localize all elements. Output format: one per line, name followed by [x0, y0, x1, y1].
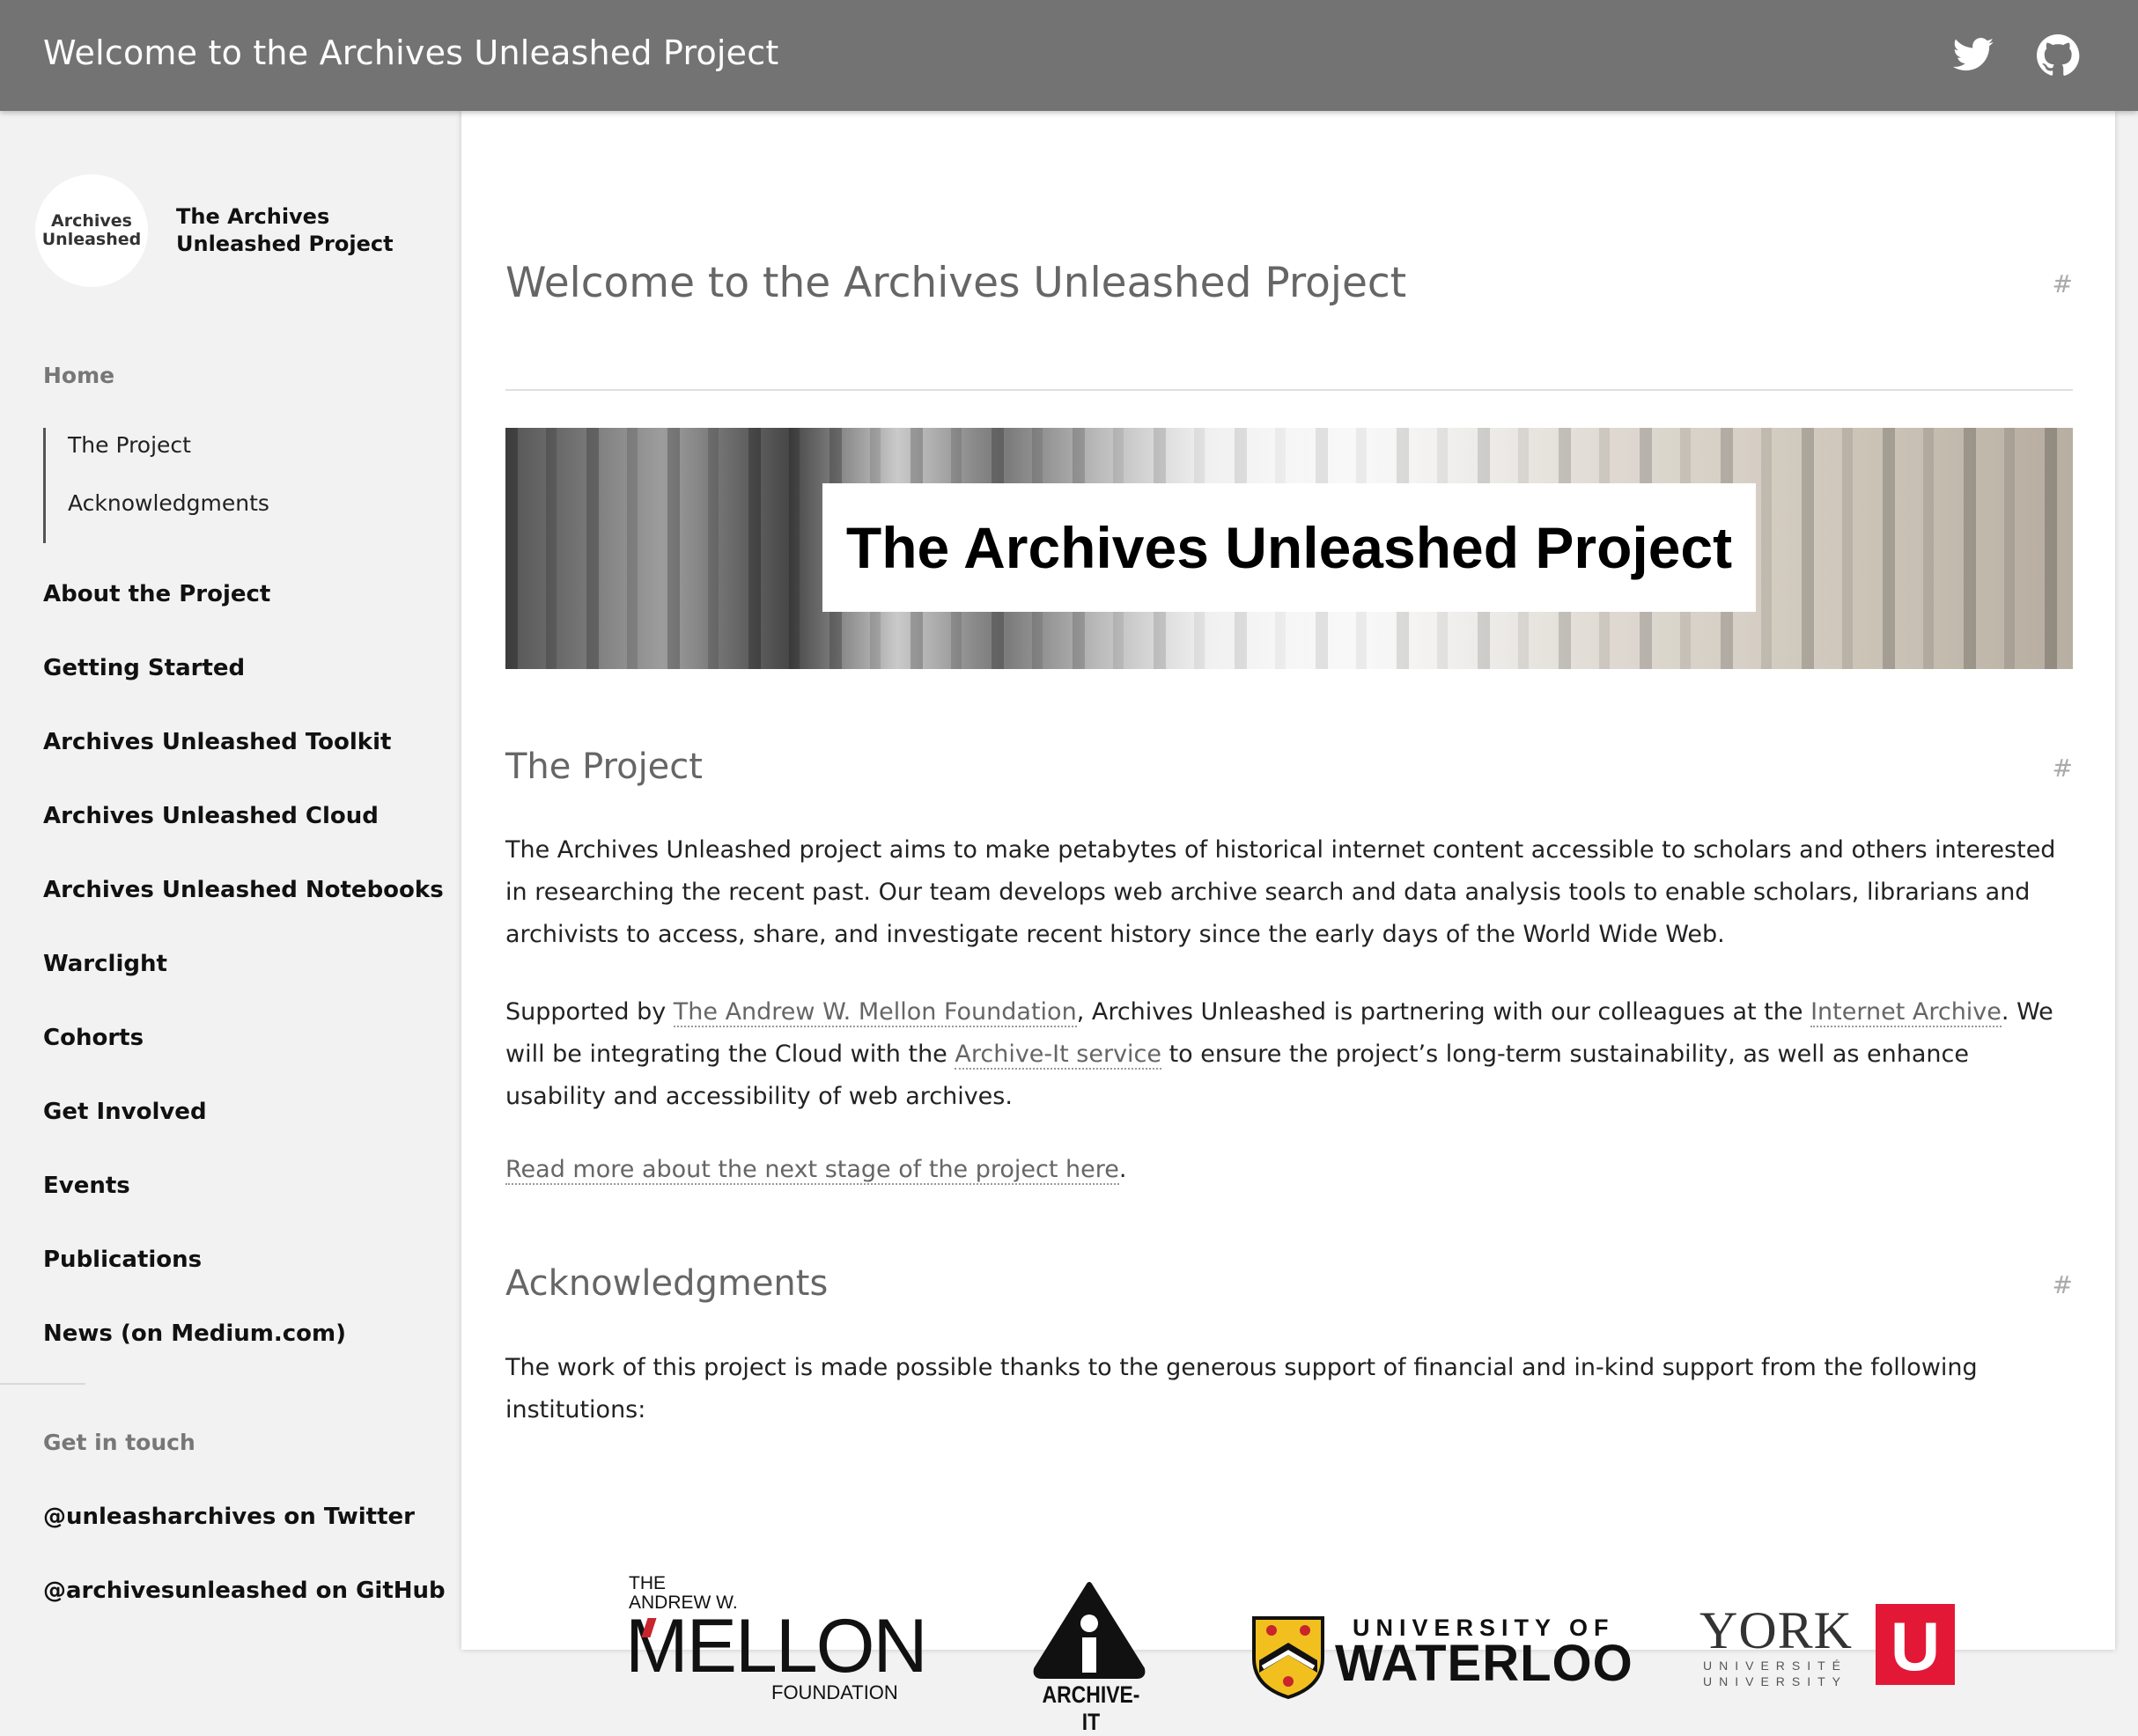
mellon-name: MELLON	[625, 1604, 928, 1688]
waterloo-name: WATERLOO	[1335, 1635, 1633, 1692]
page-title: Welcome to the Archives Unleashed Projec…	[505, 259, 1407, 307]
read-more-suffix: .	[1118, 1156, 1127, 1183]
sidebar-nav: Home The Project Acknowledgments About t…	[43, 363, 448, 1390]
york-u-mark: U	[1876, 1604, 1955, 1685]
title-divider	[505, 389, 2073, 391]
mellon-link[interactable]: The Andrew W. Mellon Foundation	[673, 998, 1077, 1027]
mellon-logo[interactable]: THE ANDREW W. MELLON FOUNDATION	[625, 1573, 928, 1706]
supported-mid: , Archives Unleashed is partnering with …	[1076, 998, 1811, 1026]
brand-name[interactable]: The Archives Unleashed Project	[176, 203, 431, 258]
supported-prefix: Supported by	[505, 998, 674, 1026]
acknowledgments-heading: Acknowledgments	[505, 1263, 829, 1304]
archive-it-link[interactable]: Archive-It service	[955, 1041, 1162, 1070]
archive-it-logo[interactable]: ARCHIVE-IT	[1029, 1581, 1153, 1735]
banner-title: The Archives Unleashed Project	[822, 483, 1756, 612]
top-bar: Welcome to the Archives Unleashed Projec…	[0, 0, 2138, 111]
github-contact-link[interactable]: @archivesunleashed on GitHub	[43, 1578, 446, 1604]
nav-get-involved[interactable]: Get Involved	[43, 1094, 448, 1168]
brand-logo[interactable]: Archives Unleashed	[35, 174, 148, 287]
page-title-anchor[interactable]: #	[2053, 269, 2073, 298]
supported-paragraph: Supported by The Andrew W. Mellon Founda…	[505, 991, 2073, 1118]
internet-archive-link[interactable]: Internet Archive	[1810, 998, 2002, 1027]
nav-notebooks[interactable]: Archives Unleashed Notebooks	[43, 872, 448, 946]
acknowledgments-paragraph: The work of this project is made possibl…	[505, 1354, 1978, 1423]
nav-publications[interactable]: Publications	[43, 1242, 448, 1316]
twitter-icon[interactable]	[1951, 33, 1995, 77]
read-more-link[interactable]: Read more about the next stage of the pr…	[505, 1156, 1119, 1185]
nav-cohorts[interactable]: Cohorts	[43, 1020, 448, 1094]
nav-home[interactable]: Home	[43, 363, 448, 398]
brand-logo-line1: Archives	[51, 211, 132, 231]
acknowledgments-anchor[interactable]: #	[2053, 1270, 2073, 1299]
brand-logo-line2: Unleashed	[41, 230, 142, 249]
sidebar-divider	[0, 1383, 85, 1385]
mellon-foundation: FOUNDATION	[771, 1681, 898, 1703]
york-universite: UNIVERSITÉ	[1703, 1659, 1848, 1673]
sidebar: Archives Unleashed The Archives Unleashe…	[0, 111, 461, 1650]
mellon-the: THE	[629, 1573, 666, 1593]
project-anchor[interactable]: #	[2053, 754, 2073, 783]
read-more-paragraph: Read more about the next stage of the pr…	[505, 1149, 2073, 1191]
github-icon[interactable]	[2036, 33, 2080, 77]
nav-toolkit[interactable]: Archives Unleashed Toolkit	[43, 725, 448, 798]
nav-events[interactable]: Events	[43, 1168, 448, 1242]
nav-warclight[interactable]: Warclight	[43, 946, 448, 1020]
nav-getting-started[interactable]: Getting Started	[43, 651, 448, 725]
project-paragraph: The Archives Unleashed project aims to m…	[505, 836, 2056, 948]
brand[interactable]: Archives Unleashed The Archives Unleashe…	[35, 174, 431, 287]
york-logo[interactable]: YORK UNIVERSITÉ UNIVERSITY U	[1699, 1601, 1964, 1701]
waterloo-shield-icon	[1252, 1616, 1324, 1699]
site-title[interactable]: Welcome to the Archives Unleashed Projec…	[43, 33, 778, 72]
york-name: YORK	[1699, 1601, 1854, 1659]
nav-cloud[interactable]: Archives Unleashed Cloud	[43, 798, 448, 872]
get-in-touch-heading: Get in touch	[43, 1430, 195, 1455]
sponsor-logos: THE ANDREW W. MELLON FOUNDATION ARCHIVE-…	[505, 1458, 2073, 1735]
nav-home-subitems: The Project Acknowledgments	[43, 428, 448, 543]
york-university: UNIVERSITY	[1703, 1674, 1848, 1688]
archive-it-icon	[1033, 1582, 1146, 1679]
nav-news[interactable]: News (on Medium.com)	[43, 1316, 448, 1390]
waterloo-logo[interactable]: UNIVERSITY OF WATERLOO	[1250, 1615, 1638, 1711]
twitter-contact-link[interactable]: @unleasharchives on Twitter	[43, 1504, 415, 1530]
nav-sub-acknowledgments[interactable]: Acknowledgments	[68, 486, 448, 544]
main-content: Welcome to the Archives Unleashed Projec…	[461, 111, 2115, 1735]
project-heading: The Project	[505, 747, 703, 787]
archive-it-text: ARCHIVE-IT	[1042, 1681, 1140, 1735]
nav-sub-the-project[interactable]: The Project	[68, 428, 448, 486]
nav-about-the-project[interactable]: About the Project	[43, 577, 448, 651]
banner-image: The Archives Unleashed Project	[505, 428, 2073, 669]
